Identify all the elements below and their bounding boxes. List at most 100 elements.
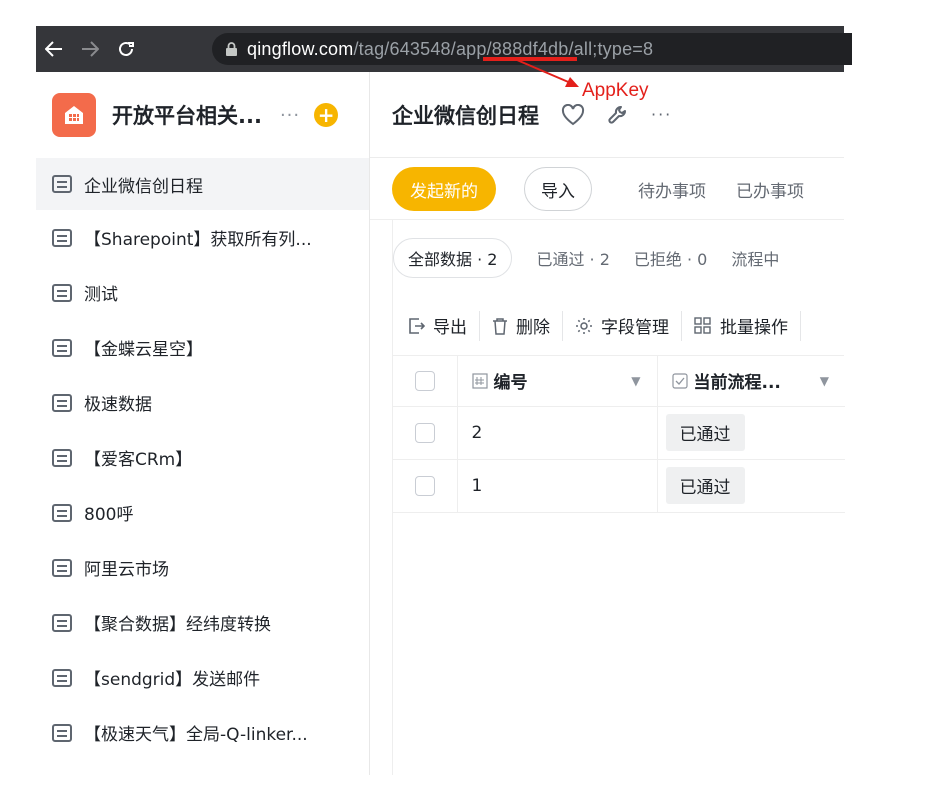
add-app-button[interactable]: + [314,103,339,127]
sidebar-item-label: 测试 [84,285,118,305]
batch-button[interactable]: 批量操作 [682,310,801,341]
sidebar-item-label: 800呼 [84,505,134,525]
caret-down-icon[interactable]: ▼ [820,374,829,388]
row-select-cell [393,406,458,460]
column-header-status[interactable]: 当前流程... ▼ [657,356,845,407]
gear-icon [576,317,592,334]
sidebar-item-label: 极速数据 [84,395,152,415]
row-checkbox[interactable] [415,422,435,443]
sidebar-item[interactable]: 极速数据 [36,375,369,430]
sidebar-item-label: 【爱客CRm】 [84,450,193,470]
forward-button[interactable] [72,26,108,72]
delete-label: 删除 [516,318,550,338]
page-title: 企业微信创日程 [392,103,539,128]
tab-rejected[interactable]: 已拒绝 · 0 [634,246,707,270]
action-bar: 发起新的 导入 待办事项 已办事项 [370,159,844,220]
browser-toolbar: qingflow.com/tag/643548/app/888df4db/all… [36,26,852,72]
row-id: 2 [457,406,658,460]
row-status-cell: 已通过 [657,459,845,513]
list-icon [52,668,72,687]
row-status-cell: 已通过 [657,406,845,460]
list-icon [52,723,72,742]
field-manage-button[interactable]: 字段管理 [563,310,682,341]
sidebar-item[interactable]: 【爱客CRm】 [36,430,369,485]
sidebar-item[interactable]: 【金蝶云星空】 [36,320,369,375]
todo-link[interactable]: 待办事项 [638,177,706,202]
status-badge: 已通过 [665,414,745,451]
back-button[interactable] [36,26,72,72]
table-toolbar: 导出 删除 字段管理 批量操作 [393,296,844,356]
sidebar-item[interactable]: 【聚合数据】经纬度转换 [36,595,369,650]
page-header: 企业微信创日程 ··· [370,72,844,158]
arrow-left-icon [45,41,62,57]
column-header-id[interactable]: 编号 ▼ [457,356,658,407]
sidebar-item-label: 【Sharepoint】获取所有列... [84,230,312,250]
filter-tabs: 全部数据 · 2 已通过 · 2 已拒绝 · 0 流程中 [393,220,844,296]
url-host: qingflow.com [247,38,354,59]
table-header-row: 编号 ▼ 当前流程... ▼ [393,356,845,407]
row-checkbox[interactable] [415,475,435,496]
sidebar-item-label: 【sendgrid】发送邮件 [84,670,261,690]
sidebar-item[interactable]: 测试 [36,265,369,320]
heart-icon[interactable] [561,103,585,126]
url-path: /tag/643548/app/888df4db/all;type=8 [353,38,654,59]
import-button[interactable]: 导入 [524,167,592,211]
sidebar-item[interactable]: 【sendgrid】发送邮件 [36,650,369,705]
more-icon[interactable]: ··· [651,105,672,124]
data-view: 全部数据 · 2 已通过 · 2 已拒绝 · 0 流程中 导出 删除 字段管理 … [392,220,845,775]
tab-all[interactable]: 全部数据 · 2 [393,238,513,278]
export-button[interactable]: 导出 [393,310,480,341]
arrow-right-icon [82,41,99,57]
row-id: 1 [457,459,658,513]
select-all-cell [393,356,458,407]
number-field-icon [471,373,488,389]
list-icon [52,338,72,357]
sidebar-item[interactable]: 【极速天气】全局-Q-linker... [36,705,369,760]
sidebar-item-label: 【金蝶云星空】 [84,340,203,360]
column-label: 当前流程... [693,373,781,394]
sidebar-item[interactable]: 企业微信创日程 [36,158,369,210]
sidebar-item[interactable]: 【Sharepoint】获取所有列... [36,210,369,265]
app-logo-icon [52,93,96,137]
table-row[interactable]: 1 已通过 [393,459,845,513]
grid-icon [694,316,711,334]
list-icon [52,558,72,577]
export-icon [409,317,425,334]
list-icon [52,393,72,412]
column-label: 编号 [493,373,528,394]
table-row[interactable]: 2 已通过 [393,406,845,460]
sidebar-item[interactable]: 阿里云市场 [36,540,369,595]
list-icon [52,448,72,467]
sidebar-item-label: 【极速天气】全局-Q-linker... [84,725,308,745]
sidebar: 开放平台相关... ··· + 企业微信创日程 【Sharepoint】获取所有… [36,72,370,775]
reload-button[interactable] [108,26,144,72]
tab-in-process[interactable]: 流程中 [731,246,779,270]
list-icon [52,228,72,247]
main-panel: 企业微信创日程 ··· 发起新的 导入 待办事项 已办事项 全部数据 · 2 已… [370,72,845,775]
wrench-icon[interactable] [607,104,629,126]
trash-icon [493,317,507,335]
list-icon [52,175,72,193]
export-label: 导出 [433,318,467,338]
row-select-cell [393,459,458,513]
sidebar-header: 开放平台相关... ··· + [36,72,369,158]
done-link[interactable]: 已办事项 [736,177,804,202]
app-list: 企业微信创日程 【Sharepoint】获取所有列... 测试 【金蝶云星空】 … [36,158,369,760]
tab-approved[interactable]: 已通过 · 2 [536,246,609,270]
lock-icon [226,42,237,56]
list-icon [52,503,72,522]
list-icon [52,283,72,302]
new-submission-button[interactable]: 发起新的 [392,167,496,211]
list-icon [52,613,72,632]
caret-down-icon[interactable]: ▼ [631,374,640,388]
field-manage-label: 字段管理 [601,318,669,338]
sidebar-item-label: 阿里云市场 [84,560,169,580]
sidebar-item-label: 【聚合数据】经纬度转换 [84,615,271,635]
sidebar-item-label: 企业微信创日程 [84,176,203,197]
select-all-checkbox[interactable] [415,370,435,391]
sidebar-item[interactable]: 800呼 [36,485,369,540]
delete-button[interactable]: 删除 [480,310,563,341]
reload-icon [119,41,134,56]
workspace-title: 开放平台相关... [112,104,262,128]
workspace-more-icon[interactable]: ··· [280,105,300,126]
